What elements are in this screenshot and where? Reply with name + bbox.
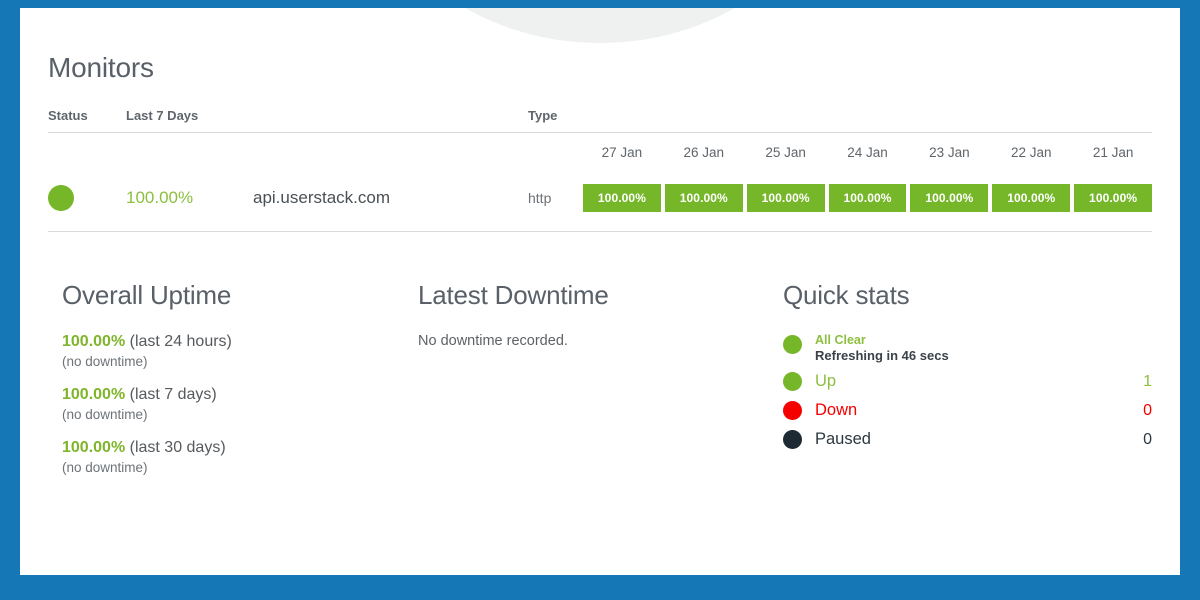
history-bar[interactable]: 100.00% <box>583 184 661 212</box>
history-bar[interactable]: 100.00% <box>746 184 825 212</box>
date-labels-spacer <box>48 145 583 160</box>
status-up-dot-icon <box>783 372 802 392</box>
overall-uptime-note: (no downtime) <box>62 460 148 475</box>
date-label: 24 Jan <box>847 145 888 160</box>
all-clear-dot-wrap <box>783 333 815 354</box>
refresh-countdown-label: Refreshing in 46 secs <box>815 347 949 363</box>
date-label: 26 Jan <box>683 145 725 160</box>
quick-stats-row-paused[interactable]: Paused 0 <box>783 430 1152 450</box>
column-header-last-7-days: Last 7 Days <box>126 108 199 123</box>
monitors-table-header: Status Last 7 Days Type <box>48 108 1152 132</box>
quick-stats-value-down: 0 <box>1143 401 1152 419</box>
status-up-indicator-icon <box>48 185 74 211</box>
overall-uptime-note: (no downtime) <box>62 407 148 422</box>
quick-stats-row-down[interactable]: Down 0 <box>783 401 1152 421</box>
quick-stats-label-up: Up <box>815 372 837 391</box>
overall-uptime-note: (no downtime) <box>62 354 148 369</box>
date-label: 27 Jan <box>601 145 643 160</box>
overall-uptime-entry: 100.00% (last 30 days) <box>62 439 418 457</box>
app-window: Monitors Status Last 7 Days Type 27 Jan … <box>20 8 1180 575</box>
column-header-type: Type <box>528 108 558 123</box>
overall-uptime-period: (last 30 days) <box>125 439 226 456</box>
latest-downtime-panel: Latest Downtime No downtime recorded. <box>418 280 783 492</box>
monitors-table: Status Last 7 Days Type 27 Jan 26 Jan 25… <box>48 108 1153 232</box>
quick-stats-value-paused: 0 <box>1143 430 1152 448</box>
date-label: 23 Jan <box>929 145 970 160</box>
status-down-dot-icon <box>783 401 802 421</box>
all-clear-label: All Clear <box>815 333 866 347</box>
date-label-cells: 27 Jan 26 Jan 25 Jan 24 Jan 23 Jan 22 Ja… <box>583 145 1152 160</box>
quick-stats-panel: Quick stats All Clear Refreshing in 46 s… <box>783 280 1152 492</box>
overall-uptime-percent: 100.00% <box>62 439 126 456</box>
quick-stats-title: Quick stats <box>783 280 910 310</box>
down-dot-wrap <box>783 401 815 421</box>
summary-panels: Overall Uptime 100.00% (last 24 hours) (… <box>48 232 1152 492</box>
overall-uptime-title: Overall Uptime <box>62 280 232 310</box>
monitor-name[interactable]: api.userstack.com <box>253 188 528 208</box>
up-dot-wrap <box>783 372 815 392</box>
monitor-history-bars: 100.00% 100.00% 100.00% 100.00% 100.00% … <box>583 184 1153 212</box>
overall-uptime-entry: 100.00% (last 24 hours) <box>62 333 418 351</box>
history-bar[interactable]: 100.00% <box>910 184 989 212</box>
latest-downtime-empty-message: No downtime recorded. <box>418 333 568 349</box>
overall-uptime-period: (last 24 hours) <box>125 333 232 350</box>
latest-downtime-title: Latest Downtime <box>418 280 609 310</box>
overall-uptime-percent: 100.00% <box>62 333 126 350</box>
table-row[interactable]: 100.00% api.userstack.com http 100.00% 1… <box>48 167 1153 229</box>
quick-stats-value-up: 1 <box>1143 372 1152 390</box>
date-label: 22 Jan <box>1010 145 1052 160</box>
quick-stats-row-up[interactable]: Up 1 <box>783 372 1152 392</box>
overall-uptime-entry: 100.00% (last 7 days) <box>62 386 418 404</box>
page-content: Monitors Status Last 7 Days Type 27 Jan … <box>20 8 1180 492</box>
history-bar[interactable]: 100.00% <box>1074 184 1153 212</box>
all-clear-text-stack: All Clear Refreshing in 46 secs <box>815 333 1152 363</box>
history-bar[interactable]: 100.00% <box>992 184 1071 212</box>
monitor-uptime-value: 100.00% <box>126 188 194 207</box>
quick-stats-all-clear-row: All Clear Refreshing in 46 secs <box>783 333 1152 363</box>
paused-dot-wrap <box>783 430 815 450</box>
overall-uptime-panel: Overall Uptime 100.00% (last 24 hours) (… <box>48 280 418 492</box>
monitor-type: http <box>528 190 552 206</box>
status-paused-dot-icon <box>783 430 802 450</box>
all-clear-indicator-icon <box>783 335 802 354</box>
date-label: 25 Jan <box>765 145 806 160</box>
history-bar[interactable]: 100.00% <box>828 184 907 212</box>
history-date-labels: 27 Jan 26 Jan 25 Jan 24 Jan 23 Jan 22 Ja… <box>48 133 1152 167</box>
overall-uptime-percent: 100.00% <box>62 386 126 403</box>
history-bar[interactable]: 100.00% <box>664 184 743 212</box>
column-header-status: Status <box>48 108 88 123</box>
page-title: Monitors <box>48 52 154 83</box>
overall-uptime-period: (last 7 days) <box>125 386 217 403</box>
quick-stats-label-paused: Paused <box>815 430 871 449</box>
quick-stats-label-down: Down <box>815 401 858 420</box>
monitor-status-cell <box>48 185 126 211</box>
date-label: 21 Jan <box>1092 145 1134 160</box>
